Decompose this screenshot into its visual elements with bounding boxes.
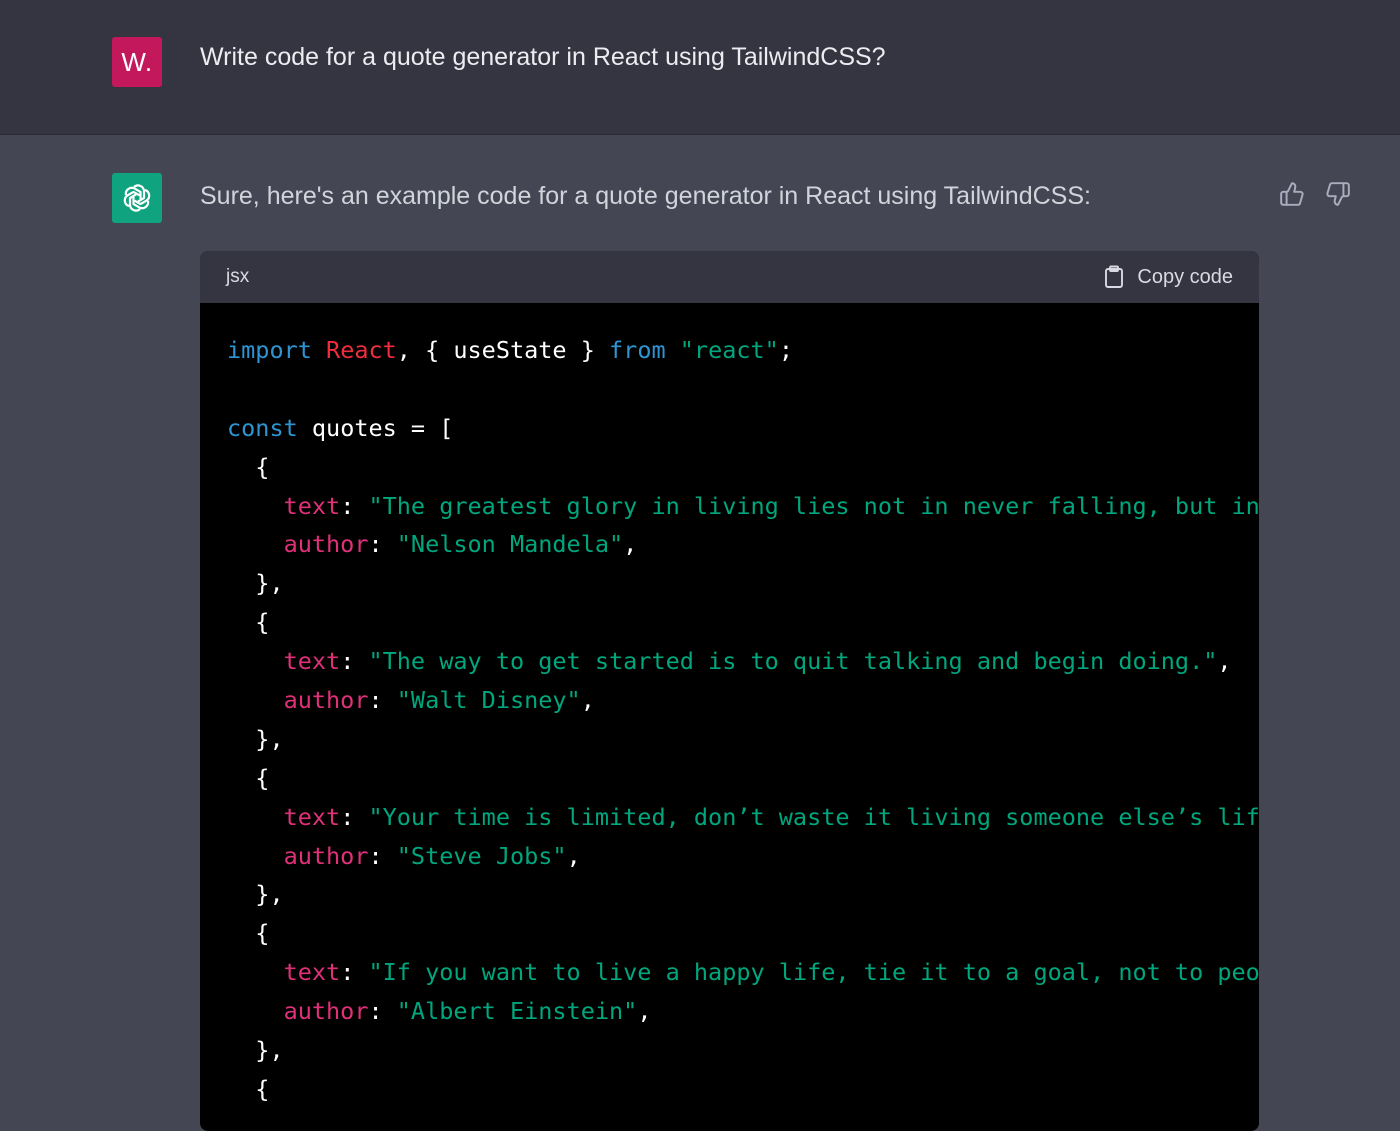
code-token: React <box>326 336 397 364</box>
code-block-header: jsx Copy code <box>200 251 1259 303</box>
thumbs-up-icon <box>1280 182 1304 206</box>
code-block: jsx Copy code import React, { useState }… <box>200 251 1259 1131</box>
thumbs-down-button[interactable] <box>1323 179 1353 209</box>
code-token: quotes = [ <box>297 413 454 442</box>
code-line: text: "The greatest glory in living lies… <box>227 487 1259 526</box>
code-token: "Your time is limited, don’t waste it li… <box>368 802 1259 831</box>
copy-code-label: Copy code <box>1137 265 1233 288</box>
code-line: { <box>227 759 1259 798</box>
code-line: { <box>227 448 1259 487</box>
code-token: from <box>609 336 666 364</box>
code-token: "Walt Disney" <box>396 686 581 715</box>
code-token: : <box>340 647 369 676</box>
code-line: }, <box>227 720 1259 759</box>
user-message-row: W. Write code for a quote generator in R… <box>0 0 1400 135</box>
code-token: "If you want to live a happy life, tie i… <box>368 958 1259 987</box>
code-line: { <box>227 1070 1259 1109</box>
thumbs-up-button[interactable] <box>1277 179 1307 209</box>
code-token: : <box>340 958 369 987</box>
code-token: }, <box>227 569 284 598</box>
code-token: : <box>368 841 397 870</box>
code-line: import React, { useState } from "react"; <box>227 331 1259 370</box>
code-token: author <box>283 997 369 1026</box>
code-token: , <box>1217 647 1232 676</box>
code-token: text <box>283 647 341 676</box>
code-token: author <box>283 530 369 559</box>
openai-logo-icon <box>123 184 151 212</box>
code-line: text: "The way to get started is to quit… <box>227 642 1259 681</box>
code-token: : <box>368 530 397 559</box>
user-message-text: Write code for a quote generator in Reac… <box>200 43 886 71</box>
code-token: , <box>566 841 581 870</box>
code-token: { <box>227 1074 270 1103</box>
code-token: author <box>283 686 369 715</box>
code-token: { <box>227 608 270 637</box>
code-token: const <box>227 413 298 442</box>
code-token: : <box>368 686 397 715</box>
code-token: "Steve Jobs" <box>396 841 567 870</box>
code-line: }, <box>227 564 1259 603</box>
code-token: import <box>227 336 312 364</box>
code-token: "The greatest glory in living lies not i… <box>368 491 1259 520</box>
code-token: { <box>227 452 270 481</box>
code-line: author: "Albert Einstein", <box>227 992 1259 1031</box>
code-language-label: jsx <box>226 266 250 287</box>
code-token: ; <box>778 336 793 364</box>
code-token: }, <box>227 724 284 753</box>
assistant-message-text: Sure, here's an example code for a quote… <box>200 182 1091 210</box>
user-avatar-initial: W. <box>121 46 153 77</box>
code-token: "react" <box>679 336 779 364</box>
code-line: text: "If you want to live a happy life,… <box>227 953 1259 992</box>
code-token: , { useState } <box>396 336 610 364</box>
assistant-avatar <box>112 173 162 223</box>
code-line: const quotes = [ <box>227 409 1259 448</box>
code-token: }, <box>227 880 284 909</box>
code-token: : <box>340 491 369 520</box>
code-token: : <box>340 802 369 831</box>
code-line: author: "Walt Disney", <box>227 681 1259 720</box>
code-token: "Albert Einstein" <box>396 997 638 1026</box>
thumbs-down-icon <box>1326 182 1350 206</box>
copy-code-button[interactable]: Copy code <box>1103 265 1233 289</box>
code-line: { <box>227 914 1259 953</box>
code-line: }, <box>227 875 1259 914</box>
code-token: , <box>580 686 595 715</box>
assistant-message-row: Sure, here's an example code for a quote… <box>0 135 1400 1131</box>
code-line: author: "Steve Jobs", <box>227 837 1259 876</box>
code-body: import React, { useState } from "react";… <box>200 303 1259 1109</box>
code-token: "The way to get started is to quit talki… <box>368 647 1218 676</box>
code-line: { <box>227 603 1259 642</box>
user-avatar: W. <box>112 37 162 87</box>
code-line: author: "Nelson Mandela", <box>227 525 1259 564</box>
clipboard-icon <box>1105 265 1124 288</box>
code-token: , <box>637 997 652 1026</box>
code-token: "Nelson Mandela" <box>396 530 624 559</box>
code-token: }, <box>227 1036 284 1065</box>
code-token: { <box>227 763 270 792</box>
code-line: }, <box>227 1031 1259 1070</box>
code-token: text <box>283 491 341 520</box>
code-token: : <box>368 997 397 1026</box>
code-token: , <box>623 530 638 559</box>
code-token: text <box>283 958 341 987</box>
code-token: text <box>283 802 341 831</box>
code-token: author <box>283 841 369 870</box>
code-line: text: "Your time is limited, don’t waste… <box>227 798 1259 837</box>
code-token: { <box>227 919 270 948</box>
